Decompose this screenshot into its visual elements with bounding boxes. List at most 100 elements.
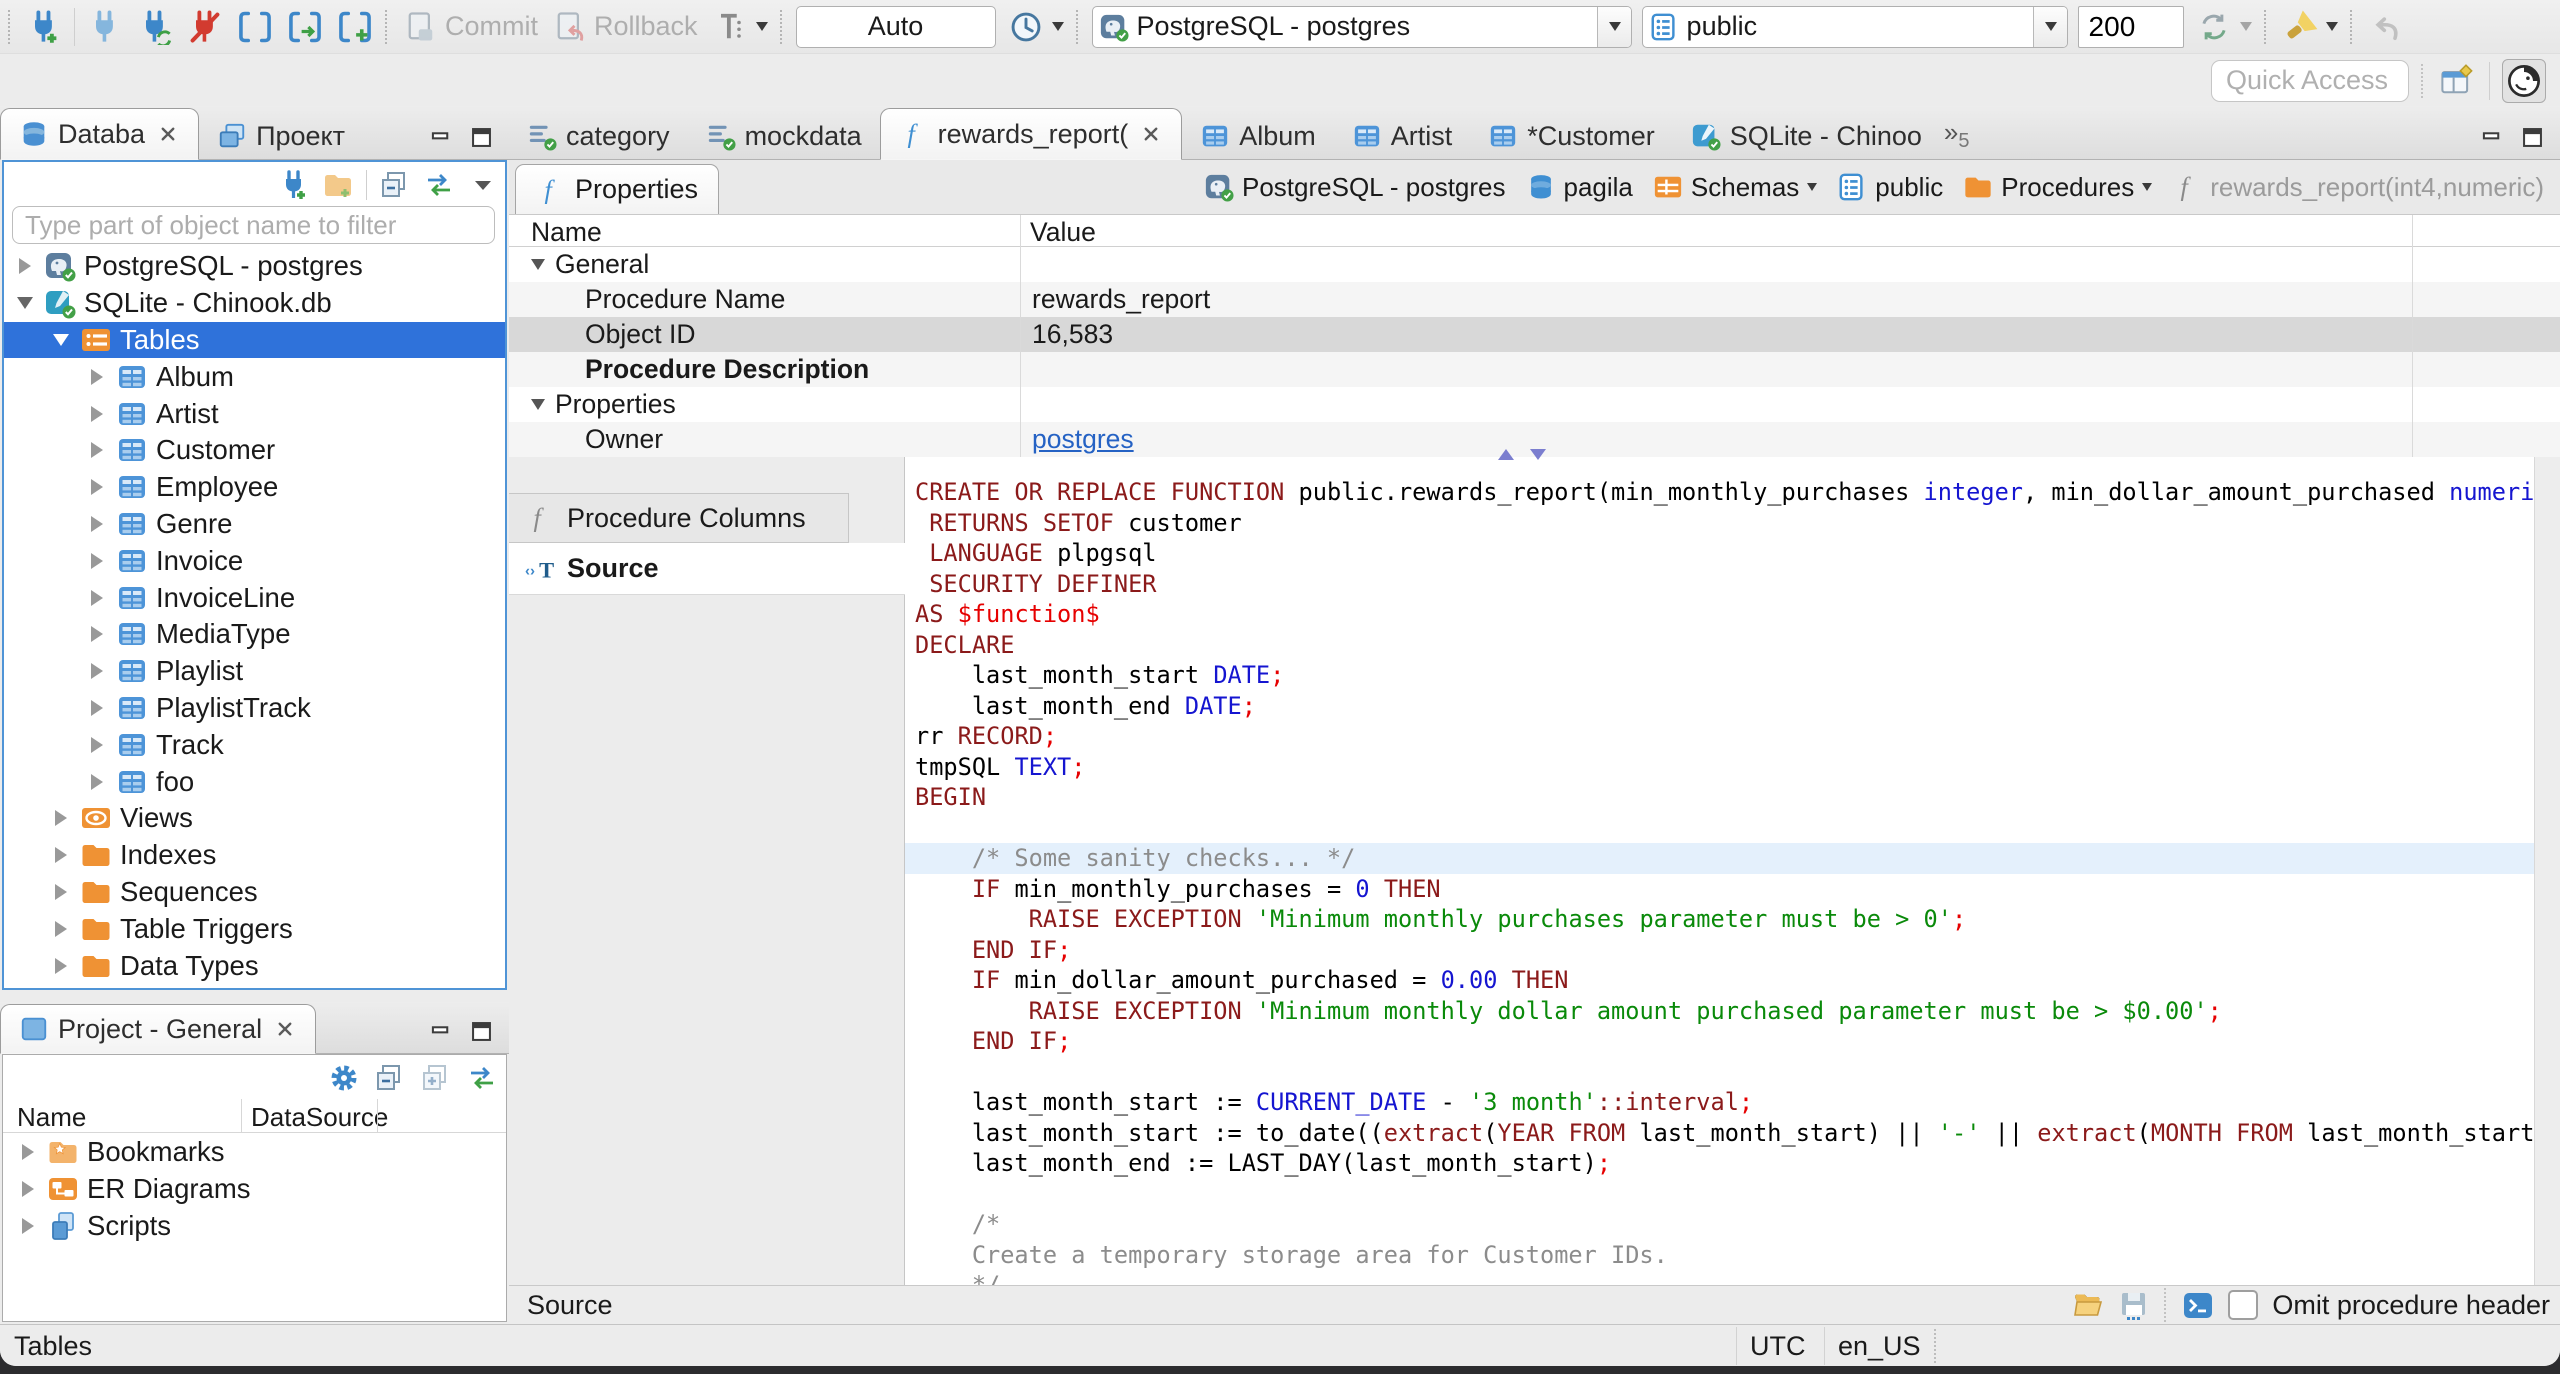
breadcrumb-item-schemas[interactable]: Schemas	[1653, 172, 1818, 203]
column-divider[interactable]	[241, 1099, 242, 1133]
back-history-button[interactable]	[2366, 5, 2406, 49]
project-item-bookmarks[interactable]: Bookmarks	[3, 1133, 506, 1170]
expand-all-icon[interactable]	[420, 1062, 452, 1094]
source-code-editor[interactable]: CREATE OR REPLACE FUNCTION public.reward…	[905, 457, 2534, 1285]
reconnect-button[interactable]	[135, 5, 175, 49]
expand-arrow-icon[interactable]	[91, 405, 103, 422]
expand-arrow-icon[interactable]	[91, 773, 103, 790]
minimize-icon[interactable]	[427, 124, 454, 151]
code-line[interactable]: last_month_start := CURRENT_DATE - '3 mo…	[915, 1087, 2534, 1118]
fetch-size-input[interactable]	[2077, 5, 2184, 48]
code-line[interactable]: IF min_monthly_purchases = 0 THEN	[915, 874, 2534, 905]
code-line[interactable]: CREATE OR REPLACE FUNCTION public.reward…	[915, 477, 2534, 508]
new-sql-editor-button[interactable]	[235, 5, 275, 49]
expand-arrow-icon[interactable]	[55, 957, 67, 974]
project-item-er-diagrams[interactable]: ER Diagrams	[3, 1170, 506, 1207]
column-header-value[interactable]: Value	[1030, 217, 1096, 248]
omit-procedure-header-checkbox[interactable]	[2228, 1290, 2259, 1320]
open-in-sql-console-icon[interactable]	[2182, 1289, 2214, 1321]
code-line[interactable]: AS $function$	[915, 599, 2534, 630]
maximize-icon[interactable]	[468, 124, 495, 151]
column-divider[interactable]	[377, 1099, 378, 1133]
disconnect-button[interactable]	[185, 5, 225, 49]
tree-item-playlisttrack[interactable]: PlaylistTrack	[4, 690, 505, 727]
new-sql-script-button[interactable]	[335, 5, 375, 49]
commit-mode-combo[interactable]: Auto	[795, 5, 996, 48]
tab-overflow-button[interactable]: »5	[1940, 117, 1978, 159]
splitter-down-icon[interactable]	[1530, 449, 1546, 460]
dropdown-arrow-icon[interactable]	[2142, 183, 2153, 191]
subtab-procedure-columns[interactable]: f Procedure Columns	[509, 493, 849, 543]
column-header-datasource[interactable]: DataSource	[251, 1102, 388, 1133]
expand-arrow-icon[interactable]	[91, 368, 103, 385]
tree-item-playlist[interactable]: Playlist	[4, 653, 505, 690]
breadcrumb-item-postgresql-postgres[interactable]: PostgreSQL - postgres	[1204, 172, 1506, 203]
code-scrollbar[interactable]	[2534, 457, 2560, 1285]
schema-combo-arrow[interactable]	[2032, 6, 2067, 47]
collapse-arrow-icon[interactable]	[53, 333, 69, 346]
code-line[interactable]: tmpSQL TEXT;	[915, 752, 2534, 783]
code-line[interactable]	[915, 1179, 2534, 1210]
editor-tab-sqlite-chinoo[interactable]: SQLite - Chinoo	[1673, 113, 1940, 159]
breadcrumb-item-rewards-report-int4-numeric[interactable]: f rewards_report(int4,numeric)	[2172, 172, 2544, 203]
code-line[interactable]: last_month_start DATE;	[915, 660, 2534, 691]
tree-item-data-types[interactable]: Data Types	[4, 947, 505, 984]
code-line[interactable]: IF min_dollar_amount_purchased = 0.00 TH…	[915, 965, 2534, 996]
splitter-toggle[interactable]	[1498, 449, 1546, 460]
expand-arrow-icon[interactable]	[22, 1143, 34, 1160]
breadcrumb-item-procedures[interactable]: Procedures	[1963, 172, 2153, 203]
code-line[interactable]: */	[915, 1270, 2534, 1285]
tree-item-table-triggers[interactable]: Table Triggers	[4, 910, 505, 947]
new-connection-icon[interactable]	[278, 169, 310, 201]
expand-arrow-icon[interactable]	[91, 515, 103, 532]
tree-item-indexes[interactable]: Indexes	[4, 837, 505, 874]
gear-icon[interactable]	[328, 1062, 360, 1094]
close-icon[interactable]	[1139, 122, 1163, 146]
tab-project-general[interactable]: Project - General	[0, 1004, 317, 1054]
tree-item-track[interactable]: Track	[4, 726, 505, 763]
rollback-button[interactable]: Rollback	[550, 5, 700, 49]
tree-item-invoice[interactable]: Invoice	[4, 542, 505, 579]
code-line[interactable]: SECURITY DEFINER	[915, 569, 2534, 600]
load-from-file-icon[interactable]	[2072, 1289, 2104, 1321]
editor-tab-mockdata[interactable]: mockdata	[688, 113, 880, 159]
tree-item-artist[interactable]: Artist	[4, 395, 505, 432]
tree-item-mediatype[interactable]: MediaType	[4, 616, 505, 653]
tree-item-genre[interactable]: Genre	[4, 506, 505, 543]
expand-arrow-icon[interactable]	[55, 883, 67, 900]
dbeaver-perspective-button[interactable]	[2502, 58, 2546, 103]
collapse-arrow-icon[interactable]	[531, 259, 545, 270]
code-line[interactable]	[915, 813, 2534, 844]
code-line[interactable]: RETURNS SETOF customer	[915, 508, 2534, 539]
quick-access-input[interactable]	[2211, 59, 2409, 102]
tree-item-customer[interactable]: Customer	[4, 432, 505, 469]
collapse-arrow-icon[interactable]	[531, 399, 545, 410]
column-header-name[interactable]: Name	[531, 217, 602, 248]
expand-arrow-icon[interactable]	[55, 847, 67, 864]
code-line[interactable]: /*	[915, 1209, 2534, 1240]
code-line[interactable]: RAISE EXCEPTION 'Minimum monthly purchas…	[915, 904, 2534, 935]
editor-tab-customer[interactable]: *Customer	[1470, 113, 1673, 159]
breadcrumb-item-pagila[interactable]: pagila	[1526, 172, 1633, 203]
active-schema-combo[interactable]: public	[1641, 5, 2068, 48]
expand-arrow-icon[interactable]	[19, 258, 31, 275]
code-line-current[interactable]: /* Some sanity checks... */	[905, 843, 2534, 874]
transaction-history-button[interactable]	[1006, 5, 1066, 49]
expand-arrow-icon[interactable]	[91, 663, 103, 680]
splitter-up-icon[interactable]	[1498, 449, 1514, 460]
connection-combo-arrow[interactable]	[1596, 6, 1631, 47]
code-line[interactable]: last_month_start := to_date((extract(YEA…	[915, 1118, 2534, 1149]
maximize-icon[interactable]	[2519, 124, 2546, 151]
tab-projects[interactable]: Проект	[199, 113, 363, 159]
refresh-button[interactable]	[2194, 5, 2254, 49]
code-line[interactable]: END IF;	[915, 1026, 2534, 1057]
editor-tab-category[interactable]: category	[509, 113, 688, 159]
tree-item-postgresql-postgres[interactable]: PostgreSQL - postgres	[4, 248, 505, 285]
property-row-procedure-name[interactable]: Procedure Name rewards_report	[509, 282, 2560, 317]
expand-arrow-icon[interactable]	[91, 442, 103, 459]
code-line[interactable]: LANGUAGE plpgsql	[915, 538, 2534, 569]
breadcrumb-item-public[interactable]: public	[1837, 172, 1943, 203]
transaction-log-button[interactable]	[710, 5, 770, 49]
expand-arrow-icon[interactable]	[22, 1180, 34, 1197]
expand-arrow-icon[interactable]	[91, 479, 103, 496]
